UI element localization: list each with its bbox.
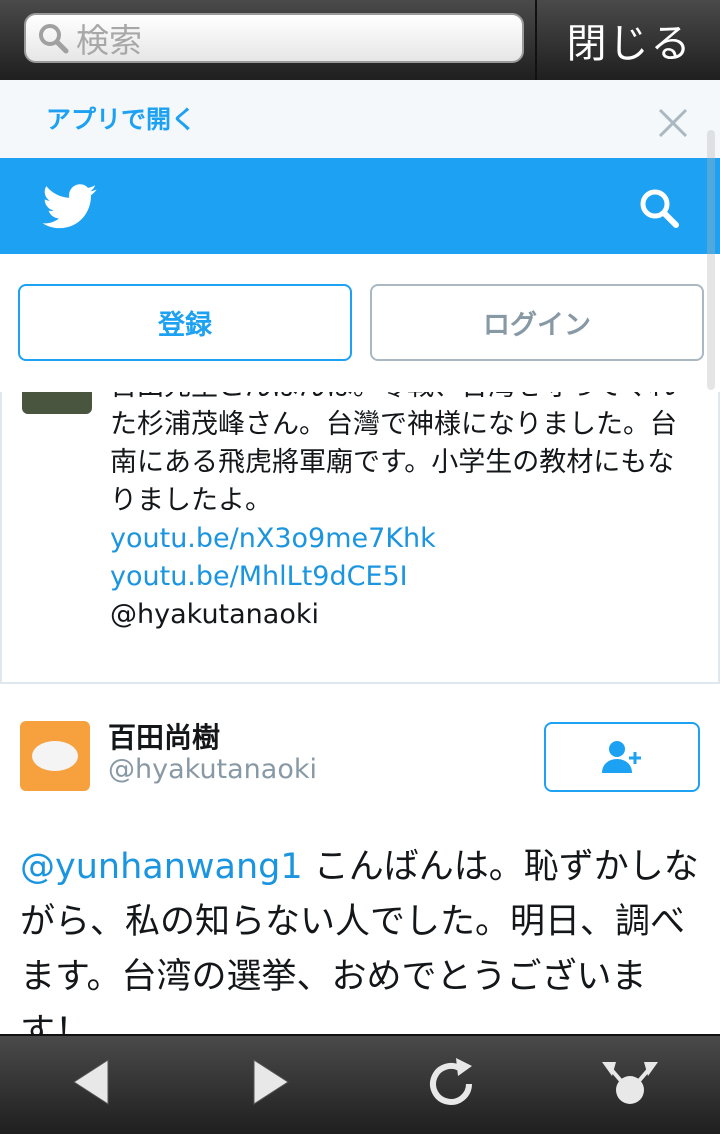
follow-button[interactable] [544, 722, 700, 792]
back-icon[interactable] [70, 1056, 114, 1108]
auth-button-row: 登録 ログイン [0, 254, 720, 392]
search-icon [39, 24, 69, 54]
search-input[interactable]: 検索 [24, 13, 524, 63]
avatar[interactable] [22, 392, 92, 414]
share-icon[interactable] [598, 1056, 662, 1112]
add-user-icon [602, 741, 641, 773]
search-placeholder: 検索 [76, 21, 142, 60]
open-in-app-banner: アプリで開く [0, 80, 720, 158]
scrollbar[interactable] [707, 130, 715, 390]
browser-bottom-bar [0, 1034, 720, 1134]
tweet-link[interactable]: youtu.be/nX3o9me7Khk [110, 520, 700, 558]
tweet: 百田先生こんばんは。零戦、台灣を守ってくれた杉浦茂峰さん。台灣で神様になりました… [0, 392, 720, 684]
close-browser-button[interactable]: 閉じる [535, 0, 720, 80]
open-in-app-link[interactable]: アプリで開く [46, 100, 196, 136]
tweet-mention[interactable]: @hyakutanaoki [110, 599, 319, 630]
avatar[interactable] [20, 721, 90, 791]
default-egg-avatar-icon [32, 741, 78, 771]
register-button[interactable]: 登録 [18, 284, 352, 361]
user-name[interactable]: 百田尚樹 [108, 716, 220, 756]
tweet-timeline: 百田先生こんばんは。零戦、台灣を守ってくれた杉浦茂峰さん。台灣で神様になりました… [0, 392, 720, 1034]
divider [0, 682, 720, 684]
close-icon[interactable] [655, 105, 691, 141]
twitter-header [0, 158, 720, 254]
forward-icon[interactable] [248, 1056, 292, 1108]
user-handle[interactable]: @hyakutanaoki [108, 754, 317, 785]
reload-icon[interactable] [424, 1054, 478, 1110]
tweet-link[interactable]: youtu.be/MhlLt9dCE5I [110, 558, 700, 596]
tweet-mention[interactable]: @yunhanwang1 [20, 847, 303, 887]
twitter-bird-icon[interactable] [42, 184, 98, 230]
tweet-text: @yunhanwang1 こんばんは。恥ずかしながら、私の知らない人でした。明日… [20, 840, 710, 1034]
login-button[interactable]: ログイン [370, 284, 704, 361]
tweet-body: 百田先生こんばんは。零戦、台灣を守ってくれた杉浦茂峰さん。台灣で神様になりました… [110, 392, 677, 516]
browser-top-bar: 検索 閉じる [0, 0, 720, 80]
search-icon[interactable] [637, 186, 681, 230]
tweet-text: 百田先生こんばんは。零戦、台灣を守ってくれた杉浦茂峰さん。台灣で神様になりました… [110, 392, 700, 634]
